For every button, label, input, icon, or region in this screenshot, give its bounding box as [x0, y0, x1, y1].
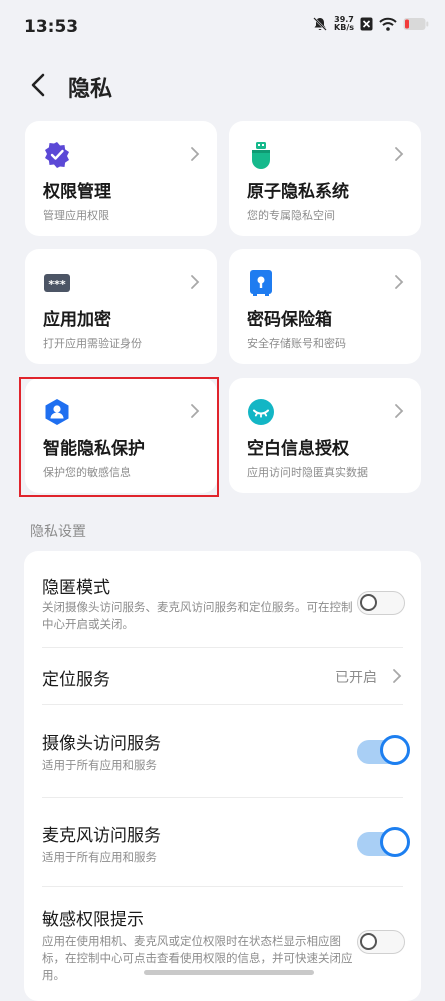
row-description: 应用在使用相机、麦克风或定位权限时在状态栏显示相应图标，在控制中心可点击查看使用… — [42, 934, 353, 982]
chevron-right-icon — [395, 275, 404, 289]
toggle-knob — [380, 827, 410, 857]
chevron-right-icon — [395, 404, 404, 418]
bell-off-icon — [313, 17, 327, 31]
battery-low-icon — [403, 18, 429, 30]
row-description: 适用于所有应用和服务 — [42, 850, 157, 864]
tile-atomic-privacy-system[interactable]: 原子隐私系统 您的专属隐私空间 — [229, 121, 421, 236]
tile-app-encryption[interactable]: *** 应用加密 打开应用需验证身份 — [25, 249, 217, 364]
sim-x-icon — [360, 17, 373, 31]
row-camera-access[interactable]: 摄像头访问服务 适用于所有应用和服务 — [24, 705, 421, 797]
privacy-system-icon — [252, 142, 270, 169]
status-bar: 13:53 39.7 KB/s — [0, 0, 445, 56]
tile-subtitle: 您的专属隐私空间 — [247, 209, 335, 222]
location-status-value: 已开启 — [335, 670, 377, 686]
toggle-knob — [380, 735, 410, 765]
status-time: 13:53 — [24, 17, 79, 37]
row-description: 适用于所有应用和服务 — [42, 758, 157, 772]
microphone-access-toggle[interactable] — [357, 827, 410, 857]
row-location-services[interactable]: 定位服务 已开启 — [24, 648, 421, 704]
page-title: 隐私 — [68, 77, 113, 102]
toggle-knob — [360, 594, 377, 611]
tile-title: 空白信息授权 — [247, 439, 349, 459]
chevron-right-icon — [393, 669, 402, 683]
row-title: 麦克风访问服务 — [42, 826, 161, 846]
row-stealth-mode[interactable]: 隐匿模式 关闭摄像头访问服务、麦克风访问服务和定位服务。可在控制中心开启或关闭。 — [24, 551, 421, 647]
tile-blank-info-authorization[interactable]: 空白信息授权 应用访问时隐匿真实数据 — [229, 378, 421, 493]
sensitive-permission-toggle[interactable] — [357, 930, 405, 954]
page-header: 隐私 — [0, 60, 445, 110]
tile-permission-management[interactable]: 权限管理 管理应用权限 — [25, 121, 217, 236]
back-arrow-icon[interactable] — [28, 72, 50, 98]
section-label: 隐私设置 — [30, 524, 86, 540]
chevron-right-icon — [191, 275, 200, 289]
svg-text:***: *** — [48, 278, 66, 291]
tile-title: 应用加密 — [43, 310, 111, 330]
row-description: 关闭摄像头访问服务、麦克风访问服务和定位服务。可在控制中心开启或关闭。 — [42, 600, 353, 631]
home-indicator[interactable] — [144, 970, 314, 975]
tile-title: 密码保险箱 — [247, 310, 332, 330]
tile-subtitle: 应用访问时隐匿真实数据 — [247, 466, 368, 479]
camera-access-toggle[interactable] — [357, 735, 410, 765]
tile-title: 权限管理 — [43, 182, 111, 202]
row-title: 定位服务 — [42, 670, 110, 690]
chevron-right-icon — [395, 147, 404, 161]
row-title: 隐匿模式 — [42, 578, 110, 598]
tile-subtitle: 管理应用权限 — [43, 209, 109, 222]
row-sensitive-permission-prompt[interactable]: 敏感权限提示 应用在使用相机、麦克风或定位权限时在状态栏显示相应图标，在控制中心… — [24, 887, 421, 1001]
network-speed: 39.7 KB/s — [334, 16, 354, 32]
highlight-box — [19, 377, 219, 497]
shield-check-icon — [45, 142, 69, 168]
network-speed-unit: KB/s — [334, 23, 354, 32]
tile-subtitle: 打开应用需验证身份 — [43, 337, 142, 350]
status-icons: 39.7 KB/s — [312, 16, 429, 32]
tile-subtitle: 安全存储账号和密码 — [247, 337, 346, 350]
row-microphone-access[interactable]: 麦克风访问服务 适用于所有应用和服务 — [24, 798, 421, 886]
chevron-right-icon — [191, 147, 200, 161]
safe-box-icon — [250, 270, 272, 296]
tile-title: 原子隐私系统 — [247, 182, 349, 202]
toggle-knob — [360, 933, 377, 950]
password-dots-icon: *** — [44, 274, 70, 292]
tile-password-safe[interactable]: 密码保险箱 安全存储账号和密码 — [229, 249, 421, 364]
privacy-settings-panel: 隐匿模式 关闭摄像头访问服务、麦克风访问服务和定位服务。可在控制中心开启或关闭。… — [24, 551, 421, 1001]
wifi-icon — [379, 17, 397, 31]
row-title: 敏感权限提示 — [42, 910, 144, 930]
row-title: 摄像头访问服务 — [42, 734, 161, 754]
closed-eye-icon — [248, 399, 274, 425]
stealth-mode-toggle[interactable] — [357, 591, 405, 615]
